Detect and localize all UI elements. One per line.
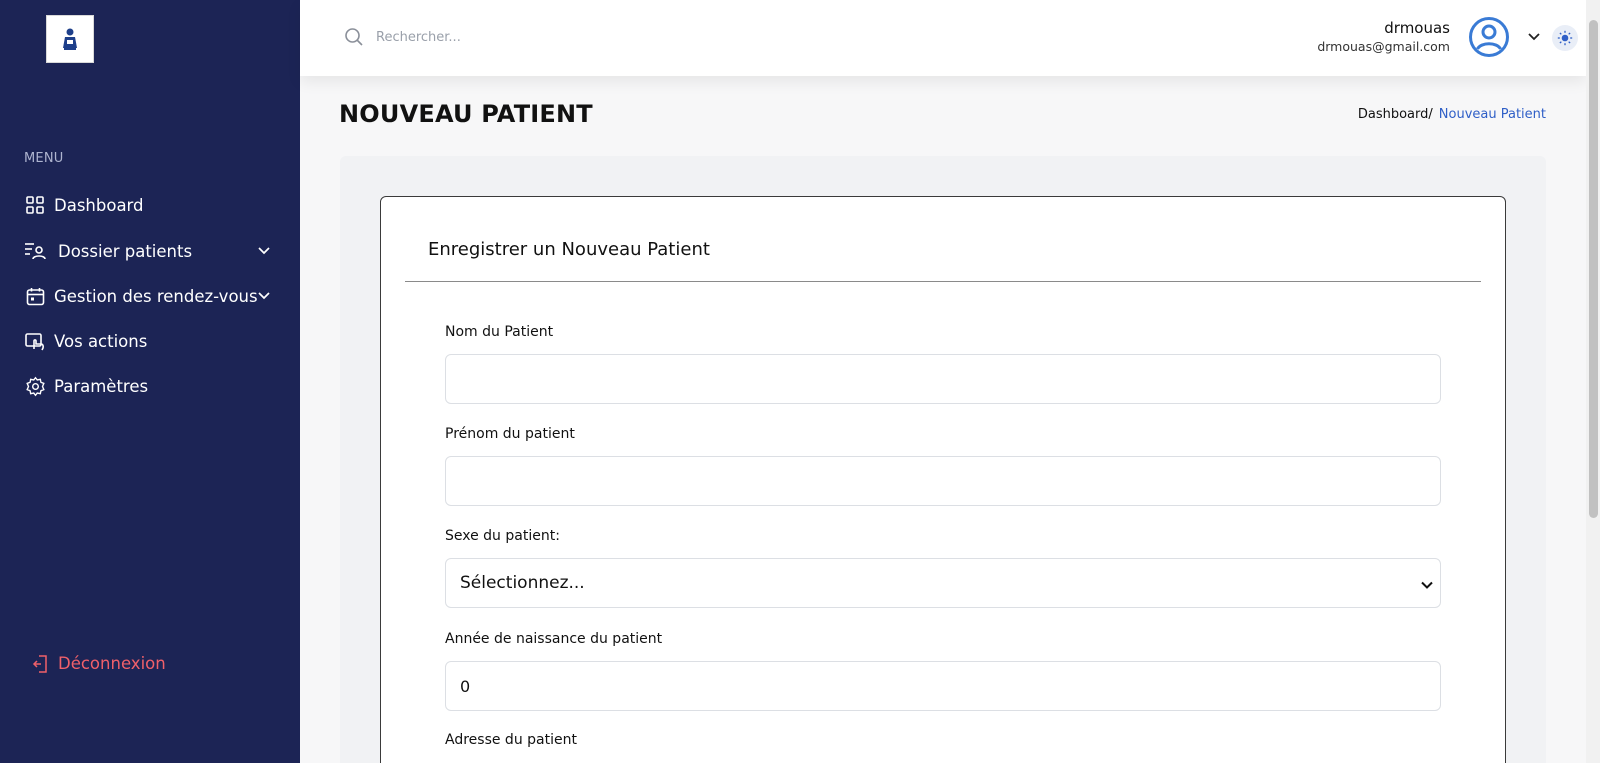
sidebar-item-label: Dashboard [54,195,144,215]
logout-button[interactable]: Déconnexion [32,654,166,673]
sidebar-item-rendez-vous[interactable]: Gestion des rendez-vous [24,282,276,310]
calendar-icon [24,285,46,307]
app-logo[interactable] [46,15,94,63]
sun-icon [1557,30,1573,46]
sexe-label: Sexe du patient: [445,528,560,544]
logout-label: Déconnexion [58,654,166,673]
form-divider [405,281,1481,282]
sidebar-item-label: Paramètres [54,376,149,396]
sidebar: MENU Dashboard Dossier patients Gestion … [0,0,300,763]
adresse-label: Adresse du patient [445,732,577,748]
prenom-input[interactable] [445,456,1441,506]
scrollbar-thumb[interactable] [1589,20,1598,518]
sidebar-item-dossier-patients[interactable]: Dossier patients [24,237,276,265]
nom-label: Nom du Patient [445,324,554,340]
prenom-label: Prénom du patient [445,426,575,442]
sidebar-item-label: Dossier patients [58,241,193,261]
sidebar-item-vos-actions[interactable]: Vos actions [24,327,276,355]
sidebar-item-label: Gestion des rendez-vous [54,286,258,306]
search-input[interactable] [376,24,696,50]
top-header: drmouas drmouas@gmail.com [300,0,1586,76]
search-icon [345,28,363,46]
form-title: Enregistrer un Nouveau Patient [428,239,710,260]
breadcrumb: Dashboard/Nouveau Patient [1358,107,1546,122]
sidebar-item-dashboard[interactable]: Dashboard [24,191,276,219]
grid-icon [24,194,46,216]
annee-input[interactable] [445,661,1441,711]
chevron-down-icon [258,292,270,300]
chevron-down-icon [258,247,270,255]
logo-icon [63,28,77,50]
patient-list-icon [24,240,46,262]
user-name: drmouas [1384,19,1450,37]
logout-icon [32,654,47,673]
sidebar-item-label: Vos actions [54,331,148,351]
theme-toggle-button[interactable] [1552,25,1578,51]
user-avatar-icon[interactable] [1468,16,1510,58]
actions-icon [24,330,46,352]
page-scrollbar[interactable] [1586,0,1600,763]
sidebar-item-parametres[interactable]: Paramètres [24,372,276,400]
user-email: drmouas@gmail.com [1317,39,1450,54]
annee-label: Année de naissance du patient [445,631,663,647]
user-menu-chevron-icon[interactable] [1526,29,1542,45]
sexe-select[interactable]: Sélectionnez... [445,558,1441,608]
breadcrumb-dashboard-link[interactable]: Dashboard/ [1358,107,1433,122]
menu-heading: MENU [24,151,64,166]
nom-input[interactable] [445,354,1441,404]
gear-icon [24,375,46,397]
breadcrumb-current: Nouveau Patient [1438,107,1546,122]
page-title: NOUVEAU PATIENT [339,100,593,128]
